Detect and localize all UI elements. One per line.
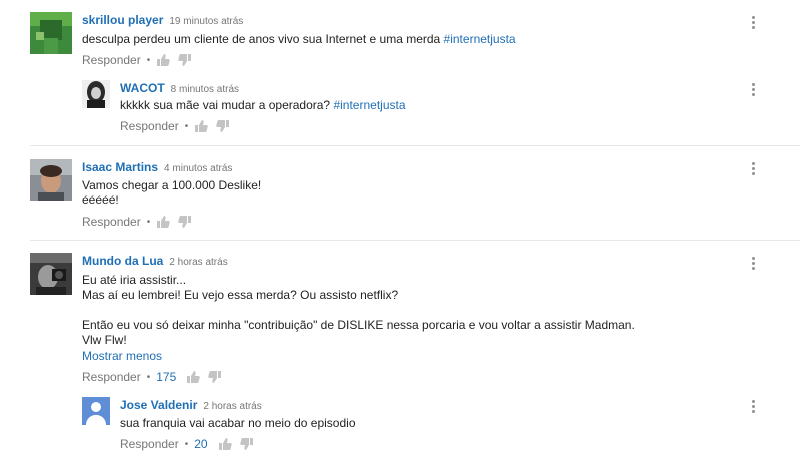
author-name[interactable]: Jose Valdenir <box>120 398 197 412</box>
avatar[interactable] <box>82 397 110 425</box>
avatar[interactable] <box>30 253 72 295</box>
comment-actions: Responder • <box>82 214 200 230</box>
thumbs-up-icon[interactable] <box>194 119 208 133</box>
like-count: 175 <box>156 370 177 384</box>
reply-button[interactable]: Responder <box>82 215 141 229</box>
divider <box>30 145 800 146</box>
comment-actions: Responder • <box>82 52 200 68</box>
more-vert-icon[interactable] <box>752 400 756 414</box>
show-less-link[interactable]: Mostrar menos <box>82 349 162 363</box>
comment-text: Vamos chegar a 100.000 Deslike! ééééé! <box>82 178 262 207</box>
author-name[interactable]: WACOT <box>120 81 165 95</box>
author-name[interactable]: skrillou player <box>82 13 163 27</box>
thumbs-down-icon[interactable] <box>178 53 192 67</box>
comment-text: desculpa perdeu um cliente de anos vivo … <box>82 32 516 46</box>
comment-text: sua franquia vai acabar no meio do episo… <box>120 416 356 430</box>
comment-actions: Responder • 20 <box>120 436 262 452</box>
avatar[interactable] <box>82 80 110 108</box>
thumbs-up-icon[interactable] <box>156 215 170 229</box>
comment-header: Mundo da Lua 2 horas atrás <box>82 254 228 268</box>
comment-text: Eu até iria assistir... Mas aí eu lembre… <box>82 273 635 347</box>
comment-header: skrillou player 19 minutos atrás <box>82 13 243 27</box>
hashtag-link[interactable]: #internetjusta <box>333 98 405 112</box>
comment-text: kkkkk sua mãe vai mudar a operadora? #in… <box>120 98 406 112</box>
thumbs-down-icon[interactable] <box>216 119 230 133</box>
avatar[interactable] <box>30 159 72 201</box>
thumbs-up-icon[interactable] <box>156 53 170 67</box>
comment-header: Jose Valdenir 2 horas atrás <box>120 398 262 412</box>
timestamp[interactable]: 8 minutos atrás <box>171 84 239 95</box>
timestamp[interactable]: 19 minutos atrás <box>169 16 243 27</box>
reply-button[interactable]: Responder <box>120 119 179 133</box>
divider <box>30 240 800 241</box>
reply-button[interactable]: Responder <box>82 370 141 384</box>
hashtag-link[interactable]: #internetjusta <box>444 32 516 46</box>
thumbs-up-icon[interactable] <box>186 370 201 384</box>
thumbs-down-icon[interactable] <box>178 215 192 229</box>
more-vert-icon[interactable] <box>752 83 756 97</box>
more-vert-icon[interactable] <box>752 162 756 176</box>
comment-actions: Responder • <box>120 118 238 134</box>
timestamp[interactable]: 4 minutos atrás <box>164 163 232 174</box>
comment-actions: Responder • 175 <box>82 369 230 385</box>
avatar[interactable] <box>30 12 72 54</box>
timestamp[interactable]: 2 horas atrás <box>203 401 261 412</box>
comment-header: Isaac Martins 4 minutos atrás <box>82 160 232 174</box>
like-count: 20 <box>194 437 208 451</box>
more-vert-icon[interactable] <box>752 16 756 30</box>
author-name[interactable]: Isaac Martins <box>82 160 158 174</box>
reply-button[interactable]: Responder <box>120 437 179 451</box>
author-name[interactable]: Mundo da Lua <box>82 254 163 268</box>
reply-button[interactable]: Responder <box>82 53 141 67</box>
thumbs-up-icon[interactable] <box>218 437 232 451</box>
thumbs-down-icon[interactable] <box>208 370 222 384</box>
thumbs-down-icon[interactable] <box>239 437 254 451</box>
timestamp[interactable]: 2 horas atrás <box>169 257 227 268</box>
comment-header: WACOT 8 minutos atrás <box>120 81 239 95</box>
more-vert-icon[interactable] <box>752 257 756 271</box>
